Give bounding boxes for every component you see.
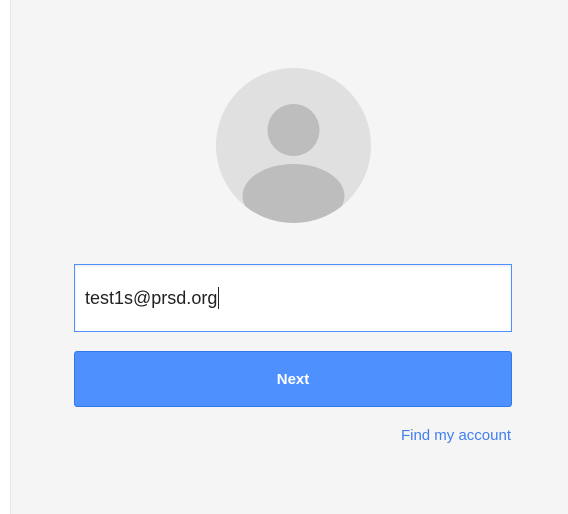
email-value: test1s@prsd.org [85, 287, 218, 308]
text-cursor [218, 287, 220, 309]
email-field[interactable]: test1s@prsd.org [74, 264, 512, 332]
find-my-account-link[interactable]: Find my account [401, 427, 511, 444]
signin-card: test1s@prsd.org Next Find my account [10, 0, 568, 514]
next-button-label: Next [276, 370, 310, 388]
default-user-avatar-icon [216, 68, 371, 223]
next-button[interactable]: Next [74, 351, 512, 407]
avatar [216, 68, 371, 223]
